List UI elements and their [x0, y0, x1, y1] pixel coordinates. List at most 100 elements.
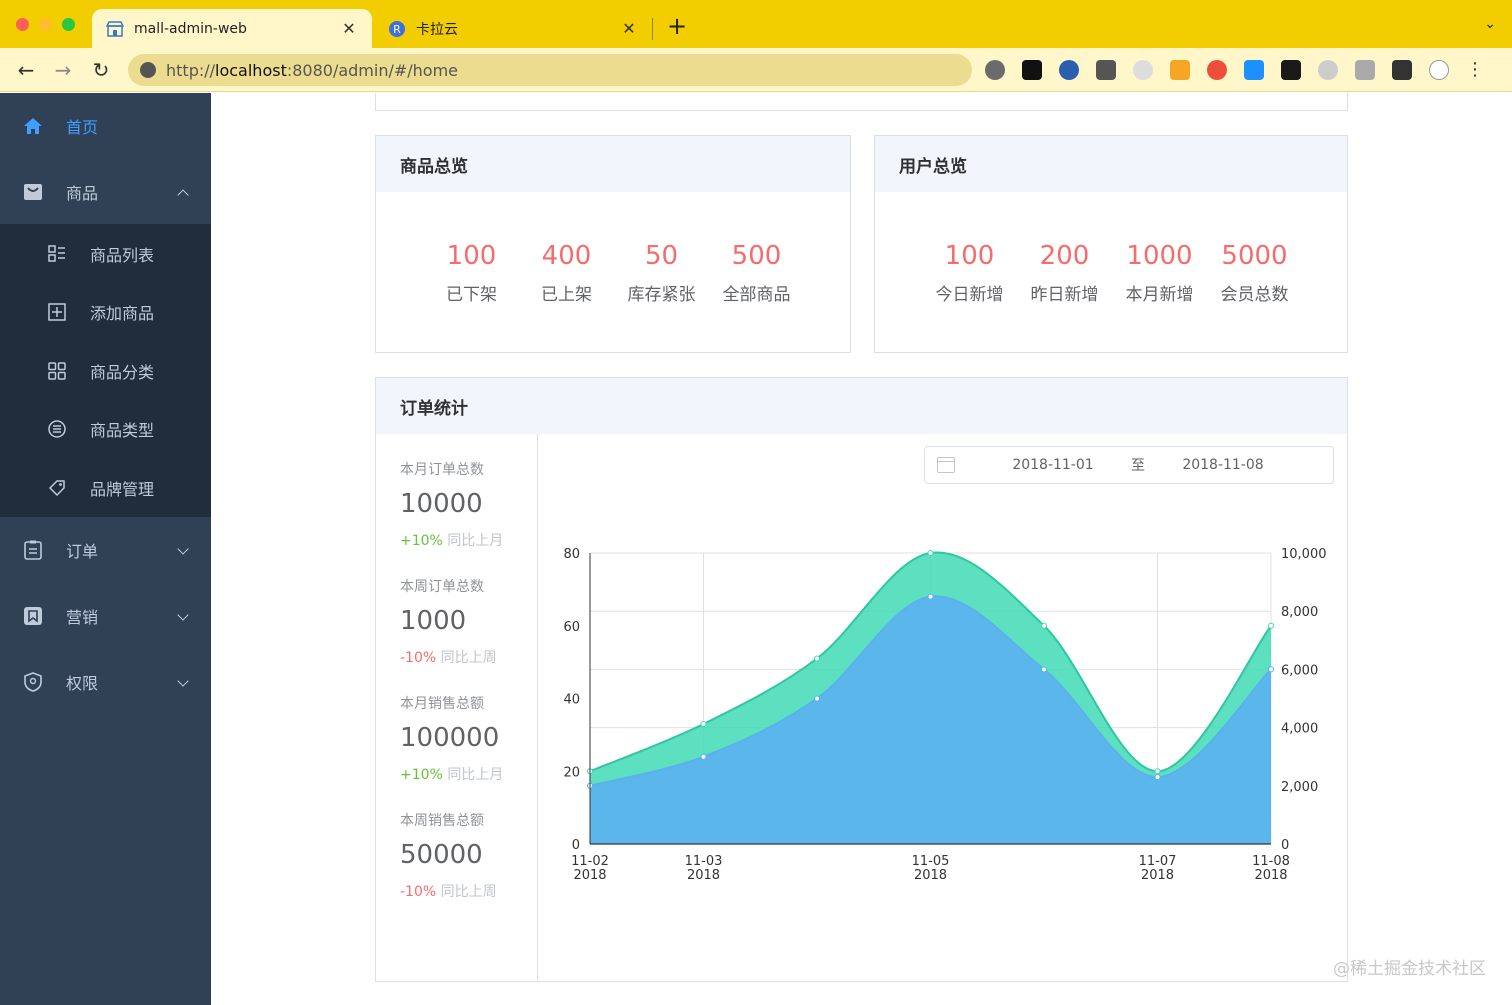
card-title: 用户总览 [875, 136, 1347, 192]
data-point [1268, 622, 1274, 629]
data-point [814, 695, 820, 702]
stat-label: 已下架 [446, 285, 497, 305]
new-tab-button[interactable]: + [667, 14, 687, 38]
x-tick-label: 11-02 [571, 854, 609, 869]
avatar-icon[interactable] [1429, 60, 1449, 80]
dark-ext-icon[interactable] [1281, 60, 1301, 80]
site-info-icon[interactable] [140, 62, 156, 78]
tab-mall-admin-web[interactable]: mall-admin-web ✕ [92, 9, 372, 48]
extensions-row: ⋮ [985, 60, 1484, 80]
mail-icon[interactable] [1096, 60, 1116, 80]
series-area [590, 596, 1271, 844]
data-point [927, 550, 934, 556]
summary-cmp-text: 同比上周 [440, 650, 497, 666]
more-menu-icon[interactable]: ⋮ [1466, 60, 1484, 80]
stat-today-new[interactable]: 100 今日新增 [922, 236, 1017, 305]
notion-icon[interactable] [1022, 60, 1042, 80]
stat-label: 已上架 [541, 285, 592, 305]
tab-title: mall-admin-web [134, 20, 247, 37]
card-title: 订单统计 [376, 378, 1347, 434]
tag-icon [46, 477, 68, 499]
sidebar-subitem-goods-category[interactable]: 商品分类 [0, 342, 211, 400]
stat-member-total[interactable]: 5000 会员总数 [1207, 236, 1302, 305]
cloud-icon[interactable] [1318, 60, 1338, 80]
sidebar-subitem-label: 商品列表 [90, 246, 155, 265]
sidebar-subitem-label: 商品分类 [90, 363, 155, 382]
window-close-button[interactable] [16, 18, 29, 31]
address-bar[interactable]: http://localhost:8080/admin/#/home [128, 54, 972, 86]
tab-close-icon[interactable]: ✕ [620, 19, 638, 38]
sidebar-item-goods[interactable]: 商品 [0, 159, 211, 225]
tomato-icon[interactable] [985, 60, 1005, 80]
sidebar-item-marketing[interactable]: 营销 [0, 583, 211, 649]
stat-label: 库存紧张 [627, 285, 696, 305]
summary-cmp-text: 同比上周 [440, 884, 497, 900]
y-right-tick-label: 0 [1281, 838, 1289, 853]
data-point [927, 593, 934, 600]
forward-arrow-icon[interactable]: → [49, 56, 77, 84]
stat-label: 会员总数 [1220, 285, 1289, 305]
date-range-picker[interactable]: 2018-11-01 至 2018-11-08 [924, 446, 1334, 484]
date-start-input[interactable]: 2018-11-01 [993, 457, 1113, 473]
date-range-separator: 至 [1131, 458, 1145, 474]
order-summary-panel: 本月订单总数 10000 +10% 同比上月 本周订单总数 1000 -10% … [376, 434, 538, 980]
chat-icon[interactable] [1355, 60, 1375, 80]
window-minimize-button[interactable] [39, 18, 52, 31]
sidebar-subitem-goods-list[interactable]: 商品列表 [0, 225, 211, 283]
tab-close-icon[interactable]: ✕ [340, 19, 358, 38]
summary-title: 本周销售总额 [400, 813, 484, 829]
chevron-down-icon [177, 675, 189, 687]
bag-icon [22, 181, 44, 203]
stat-low-stock[interactable]: 50 库存紧张 [614, 236, 709, 305]
chevron-up-icon [177, 189, 189, 201]
tab-search-chevron-icon[interactable]: ⌄ [1484, 16, 1496, 32]
leaf-icon[interactable] [1133, 60, 1153, 80]
tab-kalayun[interactable]: R 卡拉云 ✕ [374, 9, 652, 48]
back-arrow-icon[interactable]: ← [12, 56, 40, 84]
sidebar-item-label: 首页 [66, 118, 99, 137]
sidebar-subitem-add-goods[interactable]: 添加商品 [0, 283, 211, 341]
y-right-tick-label: 4,000 [1281, 722, 1318, 737]
grid-icon[interactable] [1170, 60, 1190, 80]
summary-value: 10000 [400, 489, 483, 519]
window-zoom-button[interactable] [62, 18, 75, 31]
sidebar-subitem-brand[interactable]: 品牌管理 [0, 459, 211, 517]
stat-all-goods[interactable]: 500 全部商品 [709, 236, 804, 305]
sidebar-subitem-goods-type[interactable]: 商品类型 [0, 400, 211, 458]
x-tick-label: 2018 [573, 868, 606, 883]
x-tick-label: 2018 [914, 868, 947, 883]
sidebar-item-home[interactable]: 首页 [0, 93, 211, 159]
summary-compare: +10% 同比上月 [400, 531, 512, 551]
data-point [700, 720, 707, 727]
translate-icon[interactable] [1207, 60, 1227, 80]
stat-offline[interactable]: 100 已下架 [424, 236, 519, 305]
goods-submenu: 商品列表 添加商品 商品分类 商品类型 品牌管理 [0, 224, 211, 517]
stat-month-new[interactable]: 1000 本月新增 [1112, 236, 1207, 305]
browser-tab-bar: mall-admin-web ✕ R 卡拉云 ✕ + ⌄ [0, 0, 1512, 48]
sidebar-item-permission[interactable]: 权限 [0, 649, 211, 715]
summary-pct: -10% [400, 650, 437, 666]
stat-value: 1000 [1126, 241, 1193, 271]
product-overview-card: 商品总览 100 已下架 400 已上架 50 库存紧张 500 全部商品 [375, 135, 851, 353]
summary-value: 50000 [400, 840, 483, 870]
store-icon [106, 20, 124, 38]
data-point [1041, 666, 1047, 673]
summary-title: 本月订单总数 [400, 462, 484, 478]
stat-online[interactable]: 400 已上架 [519, 236, 614, 305]
date-end-input[interactable]: 2018-11-08 [1163, 457, 1283, 473]
stat-yesterday-new[interactable]: 200 昨日新增 [1017, 236, 1112, 305]
y-right-tick-label: 6,000 [1281, 663, 1318, 678]
bookmark-icon [22, 605, 44, 627]
summary-compare: -10% 同比上周 [400, 882, 530, 902]
reload-icon[interactable]: ↻ [87, 56, 115, 84]
sidebar-item-order[interactable]: 订单 [0, 517, 211, 583]
blue-ext-icon[interactable] [1244, 60, 1264, 80]
summary-cmp-text: 同比上月 [447, 767, 504, 783]
y-left-tick-label: 0 [572, 838, 580, 853]
grid-icon [46, 360, 68, 382]
sidebar-subitem-label: 商品类型 [90, 421, 155, 440]
data-point [814, 655, 820, 662]
summary-title: 本周订单总数 [400, 579, 484, 595]
password-icon[interactable] [1059, 60, 1079, 80]
puzzle-icon[interactable] [1392, 60, 1412, 80]
